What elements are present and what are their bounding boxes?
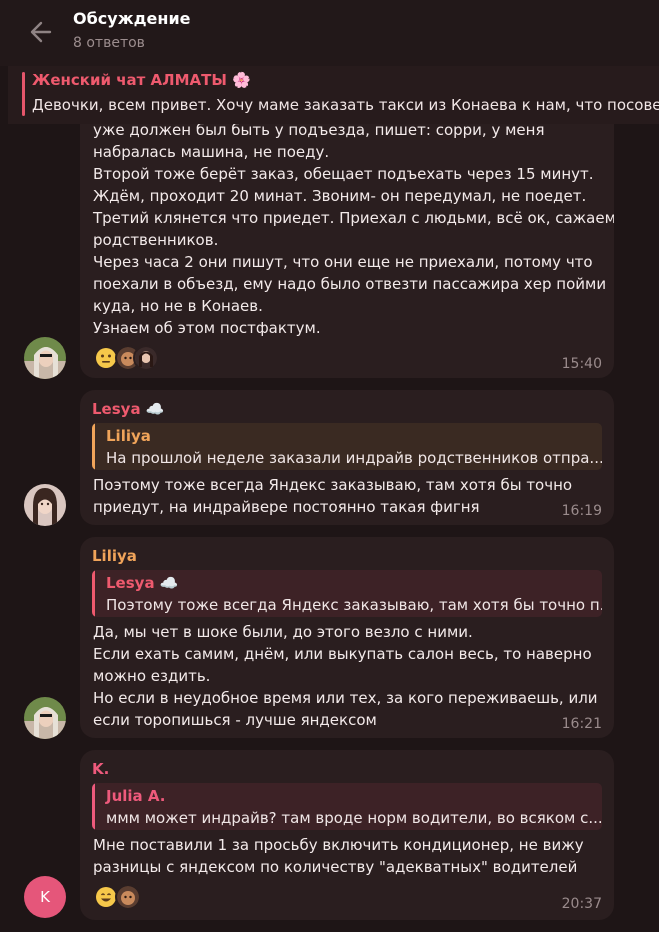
message-bubble: Liliya Lesya ☁️ Поэтому тоже всегда Янде…	[80, 537, 614, 738]
sender-avatar[interactable]: K	[24, 876, 66, 918]
message-line: Второй тоже берёт заказ, обещает подъеха…	[93, 165, 594, 183]
reply-author: Lesya ☁️	[106, 574, 179, 592]
reply-quote[interactable]: Julia A. ммм может индрайв? там вроде но…	[92, 783, 602, 830]
message-bubble: Lesya ☁️ Liliya На прошлой неделе заказа…	[80, 390, 614, 525]
reply-text: На прошлой неделе заказали индрайв родст…	[106, 449, 602, 467]
sender-name[interactable]: Liliya	[92, 547, 137, 565]
message-time: 16:21	[561, 716, 602, 732]
reply-author: Liliya	[106, 427, 151, 445]
message-line: Через часа 2 они пишут, что они еще не п…	[93, 253, 593, 271]
message-bubble: уже должен был быть у подъезда, пишет: с…	[80, 100, 614, 378]
dog-avatar-icon	[115, 884, 141, 910]
back-arrow-icon[interactable]	[24, 16, 58, 48]
message-time: 20:37	[561, 896, 602, 912]
page-title: Обсуждение	[73, 9, 191, 28]
user-avatar-icon	[133, 345, 159, 371]
message-line: родственников.	[93, 231, 219, 249]
message-line: Ждём, проходит 20 минат. Звоним- он пере…	[93, 187, 587, 205]
message-line: приедут, на индрайвере постоянно такая ф…	[93, 498, 480, 516]
reply-count: 8 ответов	[73, 35, 145, 51]
reply-quote[interactable]: Liliya На прошлой неделе заказали индрай…	[92, 423, 602, 470]
message-line: куда, но не в Конаев.	[93, 297, 263, 315]
reply-accent-bar	[92, 783, 95, 830]
message-time: 15:40	[561, 356, 602, 372]
app-window: Обсуждение 8 ответов Женский чат АЛМАТЫ …	[0, 0, 659, 932]
reactions[interactable]	[93, 345, 163, 371]
reply-text: ммм может индрайв? там вроде норм водите…	[106, 809, 602, 827]
message-line: Третий клянется что приедет. Приехал с л…	[93, 209, 614, 227]
message-time: 16:19	[561, 503, 602, 519]
reply-accent-bar	[92, 570, 95, 617]
message-line: набралась машина, не поеду.	[93, 143, 330, 161]
message-line: можно ездить.	[93, 667, 211, 685]
sender-avatar[interactable]	[24, 484, 66, 526]
sender-name[interactable]: Lesya ☁️	[92, 400, 164, 418]
reply-accent-bar	[92, 423, 95, 470]
message-line: если торопишься - лучше яндексом	[93, 711, 377, 729]
reply-quote[interactable]: Lesya ☁️ Поэтому тоже всегда Яндекс зака…	[92, 570, 602, 617]
reply-text: Поэтому тоже всегда Яндекс заказываю, та…	[106, 596, 602, 614]
pinned-accent-bar	[22, 72, 25, 116]
message-line: Но если в неудобное время или тех, за ко…	[93, 689, 598, 707]
message-line: Да, мы чет в шоке были, до этого везло с…	[93, 623, 473, 641]
pinned-post[interactable]: Женский чат АЛМАТЫ 🌸 Девочки, всем приве…	[8, 66, 659, 124]
avatar-initial: K	[40, 888, 50, 906]
message-line: поехали в объезд, ему надо было отвезти …	[93, 275, 607, 293]
header: Обсуждение 8 ответов	[0, 0, 659, 66]
sender-avatar[interactable]	[24, 337, 66, 379]
reply-author: Julia A.	[106, 787, 166, 805]
pinned-message-text: Девочки, всем привет. Хочу маме заказать…	[32, 96, 659, 114]
message-line: Если ехать самим, днём, или выкупать сал…	[93, 645, 592, 663]
reactions[interactable]	[93, 884, 143, 910]
message-line: Поэтому тоже всегда Яндекс заказываю, та…	[93, 476, 573, 494]
message-bubble: K. Julia A. ммм может индрайв? там вроде…	[80, 750, 614, 920]
sender-avatar[interactable]	[24, 697, 66, 739]
message-line: Узнаем об этом постфактум.	[93, 319, 321, 337]
pinned-chat-name: Женский чат АЛМАТЫ 🌸	[32, 71, 251, 89]
message-line: разницы с яндексом по количеству "адеква…	[93, 858, 578, 876]
message-line: Мне поставили 1 за просьбу включить конд…	[93, 836, 584, 854]
sender-name[interactable]: K.	[92, 760, 109, 778]
